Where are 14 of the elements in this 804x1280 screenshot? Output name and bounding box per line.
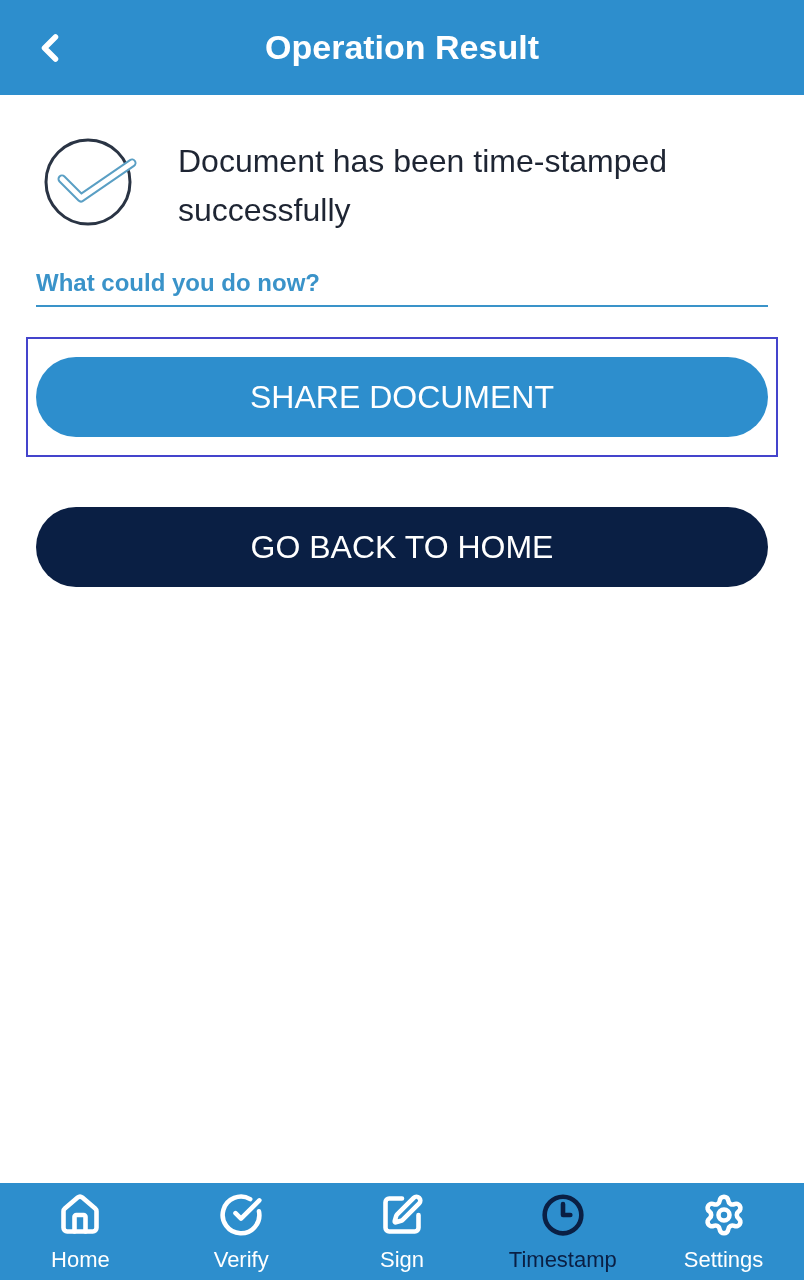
check-circle-icon [219, 1193, 264, 1237]
pen-square-icon [380, 1193, 424, 1237]
tab[interactable]: Timestamp [482, 1183, 644, 1280]
section-title: What could you do now? [36, 269, 320, 296]
tab[interactable]: Verify [160, 1183, 322, 1280]
result-message: Document has been time-stamped successfully [178, 142, 669, 230]
action-button[interactable]: SHARE DOCUMENT [36, 357, 768, 437]
tab[interactable]: Home [0, 1183, 161, 1280]
clock-icon [540, 1193, 585, 1237]
action-button[interactable]: GO BACK TO HOME [36, 507, 768, 587]
screen-title: Operation Result [265, 27, 539, 68]
tab[interactable]: Settings [643, 1183, 804, 1280]
tab[interactable]: Sign [321, 1183, 483, 1280]
check-circle-icon [44, 137, 138, 227]
